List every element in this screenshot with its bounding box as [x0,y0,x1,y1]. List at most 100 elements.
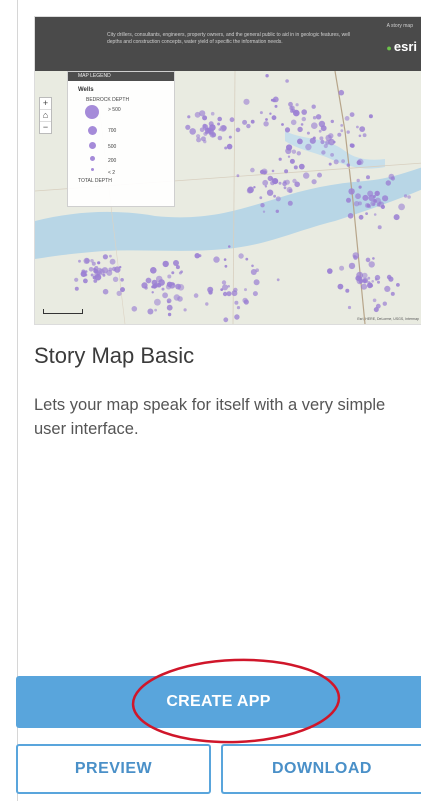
well-dot [210,111,215,116]
well-dot [325,140,330,145]
well-dot [236,174,240,178]
well-dot [377,225,382,230]
well-dot [145,277,152,284]
well-dot [194,111,201,118]
well-dot [289,106,294,111]
well-dot [368,261,375,268]
well-dot [358,134,362,138]
well-dot [340,124,344,127]
well-dot [275,196,281,202]
well-dot [362,194,369,201]
well-dot [353,201,360,207]
well-dot [284,127,291,133]
well-dot [306,131,310,135]
well-dot [358,214,364,220]
well-dot [390,291,395,296]
well-dot [370,284,374,288]
well-dot [205,302,209,306]
well-dot [259,111,263,115]
well-dot [360,283,368,290]
well-dot [286,186,293,193]
well-dot [270,98,274,102]
well-dot [84,258,90,264]
well-dot [235,127,241,133]
well-dot [297,126,303,133]
well-dot [74,277,79,282]
well-dot [333,140,336,144]
well-dot [317,172,322,178]
esri-logo: ● esri [386,39,417,54]
well-dot [183,308,187,312]
well-dot [380,204,385,209]
well-dot [111,266,117,272]
well-dot [252,291,258,297]
well-dot [373,213,377,216]
well-dot [365,212,368,216]
well-dot [273,179,276,182]
well-dot [330,119,334,124]
well-dot [290,119,297,126]
well-dot [319,136,324,141]
create-app-button[interactable]: CREATE APP [16,676,421,728]
map-scale-bar [43,309,83,314]
download-button[interactable]: DOWNLOAD [221,744,421,794]
well-dot [353,254,356,258]
well-dot [166,304,173,311]
legend-symbol [90,168,94,171]
well-dot [120,278,124,282]
legend-label: 200 [108,158,117,164]
home-icon: ⌂ [40,110,51,122]
well-dot [262,210,266,213]
well-dot [382,301,387,306]
well-dot [374,190,380,197]
well-dot [217,116,222,122]
well-dot [88,267,94,272]
well-dot [238,253,244,259]
well-dot [359,126,366,132]
legend-label: < 2 [108,170,116,176]
well-dot [344,116,350,121]
well-dot [266,189,274,196]
well-dot [177,296,183,302]
well-dot [283,186,287,190]
map-legend: MAP LEGEND Wells BEDROCK DEPTH > 500 700 5… [67,71,175,207]
well-dot [284,169,289,174]
well-dot [198,254,202,258]
well-dot [253,186,256,189]
legend-label: > 500 [108,107,121,113]
well-dot [102,254,108,260]
well-dot [251,264,254,268]
well-dot [246,187,253,194]
well-dot [346,130,350,134]
well-dot [167,312,172,317]
well-dot [293,165,298,170]
well-dot [250,269,257,275]
well-dot [339,265,345,271]
well-dot [175,283,182,290]
well-dot [196,134,201,139]
well-dot [362,277,369,284]
well-dot [287,155,291,158]
well-dot [356,160,362,166]
well-dot [228,245,231,248]
well-dot [384,285,391,292]
story-map-thumbnail[interactable]: City drillers, consultants, engineers, p… [34,16,421,325]
well-dot [348,188,355,195]
legend-row: < 2 [68,166,174,176]
well-dot [303,172,310,179]
legend-label: 500 [108,144,117,150]
well-dot [287,200,293,206]
preview-button[interactable]: PREVIEW [16,744,211,794]
well-dot [154,308,157,312]
well-dot [167,300,170,304]
well-dot [278,181,282,185]
well-dot [312,116,317,120]
well-dot [374,197,381,204]
well-dot [173,260,179,266]
well-dot [92,275,97,280]
legend-symbol [89,156,95,161]
legend-symbol [88,142,96,149]
legend-row: 200 [68,154,174,166]
legend-total-depth: TOTAL DEPTH [78,178,112,184]
well-dot [311,104,316,109]
